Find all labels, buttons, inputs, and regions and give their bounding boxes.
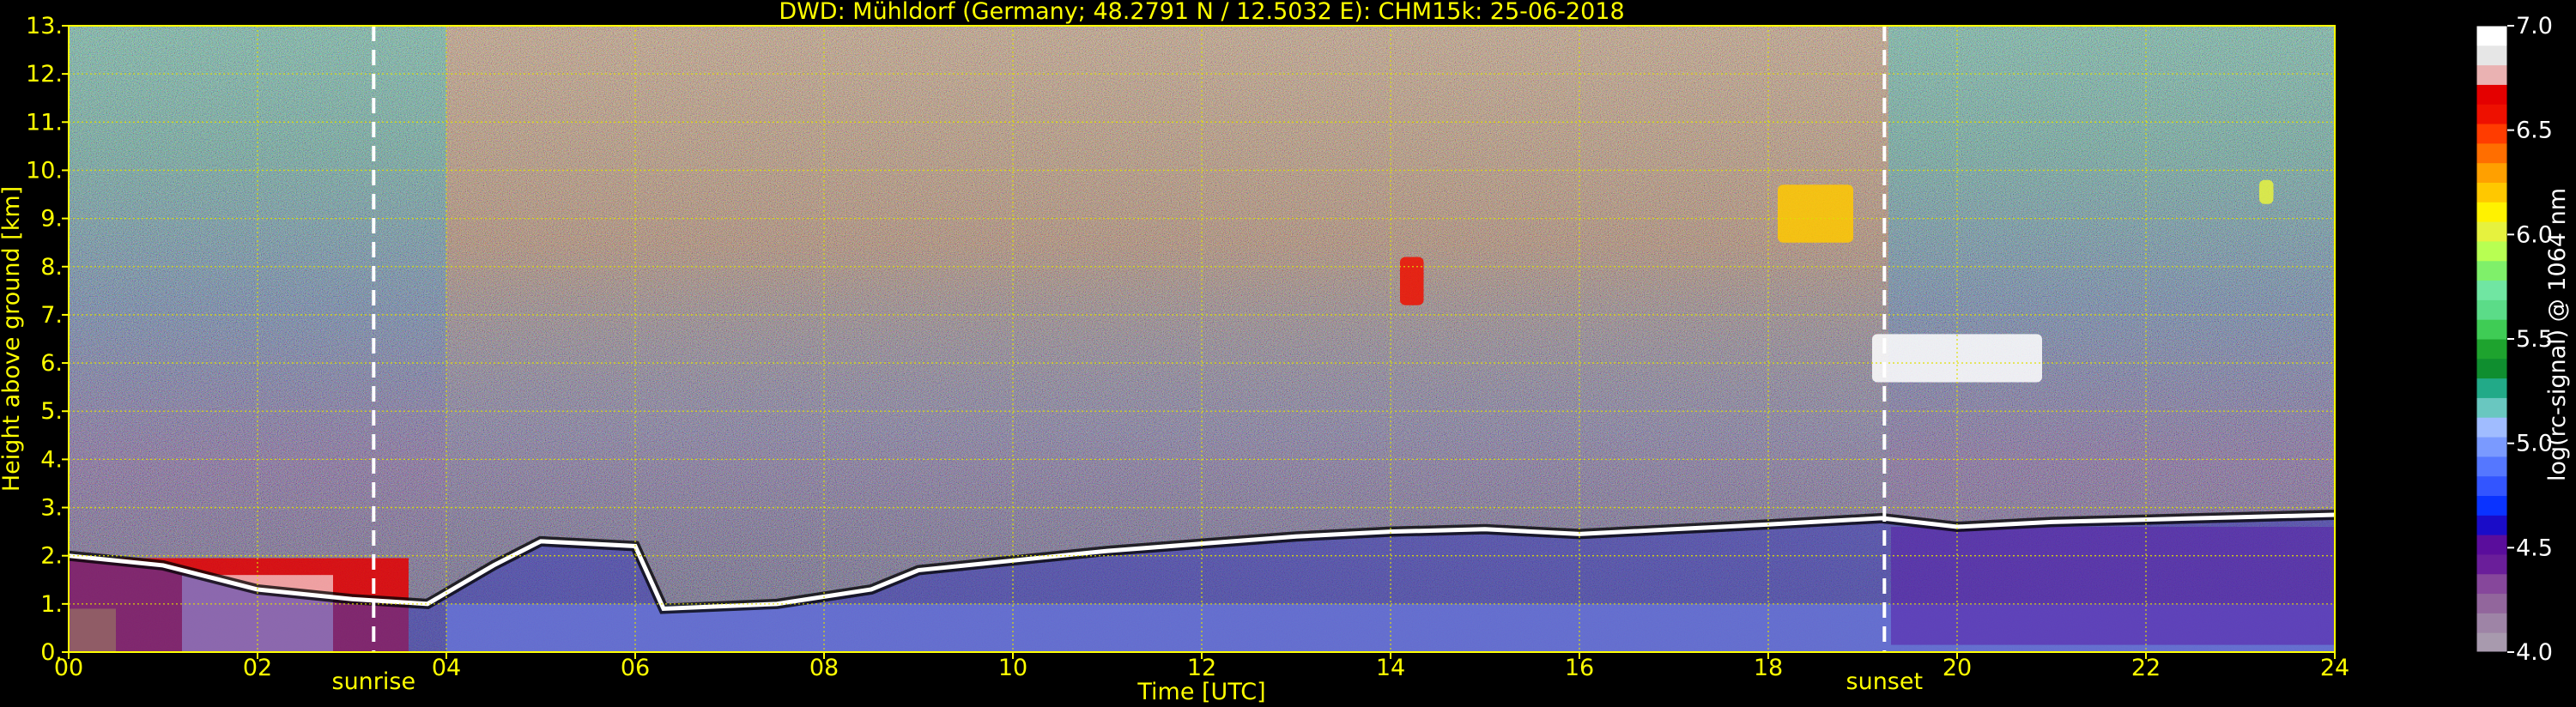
y-tick-label: 7.	[40, 302, 63, 329]
x-tick-label: 18	[1754, 655, 1783, 681]
x-tick-label: 22	[2131, 655, 2161, 681]
colorbar-tick-label: 7.0	[2516, 13, 2553, 39]
colorbar-segment	[2476, 124, 2507, 144]
colorbar-segment	[2476, 397, 2507, 418]
colorbar-segment	[2476, 299, 2507, 320]
x-tick-label: 02	[243, 655, 272, 681]
y-tick-label: 8.	[40, 254, 63, 281]
colorbar-segment	[2476, 475, 2507, 496]
x-tick-label: 12	[1187, 655, 1216, 681]
y-tick-label: 1.	[40, 591, 63, 618]
sunset-label: sunset	[1846, 668, 1924, 695]
y-tick-label: 12.	[26, 61, 63, 88]
colorbar-label: log(rc-signal) @ 1064 nm	[2544, 188, 2571, 481]
colorbar-segment	[2476, 535, 2507, 555]
colorbar-segment	[2476, 573, 2507, 595]
colorbar-segment	[2476, 593, 2507, 613]
cloud-patch-2	[1778, 184, 1853, 243]
colorbar: 4.04.55.05.56.06.57.0	[2476, 13, 2553, 666]
colorbar-segment	[2476, 202, 2507, 222]
x-tick-label: 24	[2320, 655, 2349, 681]
colorbar-segment	[2476, 64, 2507, 85]
y-tick-label: 3.	[40, 495, 63, 522]
x-tick-label: 08	[809, 655, 839, 681]
y-tick-label: 0.	[40, 639, 63, 666]
colorbar-segment	[2476, 280, 2507, 300]
lidar-chart: sunrise sunset 00 02 04 06 08 10 12 14 16 18 20 22 24…	[0, 0, 2571, 705]
y-tick-label: 2.	[40, 543, 63, 570]
y-tick-label: 4.	[40, 446, 63, 473]
colorbar-segment	[2476, 553, 2507, 575]
x-tick-label: 06	[621, 655, 650, 681]
chart-title: DWD: Mühldorf (Germany; 48.2791 N / 12.5…	[779, 0, 1624, 25]
colorbar-segment	[2476, 260, 2507, 281]
x-tick-label: 10	[998, 655, 1027, 681]
colorbar-segment	[2476, 358, 2507, 379]
y-tick-label: 5.	[40, 398, 63, 425]
y-tick-label: 6.	[40, 350, 63, 377]
x-tick-label: 20	[1943, 655, 1972, 681]
colorbar-segment	[2476, 456, 2507, 477]
x-tick-label: 16	[1565, 655, 1594, 681]
colorbar-tick-label: 4.0	[2516, 639, 2553, 666]
y-tick-label: 9.	[40, 206, 63, 233]
colorbar-tick-label: 6.5	[2516, 118, 2553, 144]
colorbar-segment	[2476, 515, 2507, 535]
colorbar-tick-label: 4.5	[2516, 535, 2553, 561]
colorbar-segment	[2476, 104, 2507, 124]
y-tick-label: 10.	[26, 157, 63, 184]
colorbar-segment	[2476, 339, 2507, 360]
colorbar-segment	[2476, 613, 2507, 633]
colorbar-segment	[2476, 632, 2507, 653]
x-tick-label: 04	[432, 655, 461, 681]
colorbar-segment	[2476, 495, 2507, 516]
title: DWD: Mühldorf (Germany; 48.2791 N / 12.5…	[779, 0, 1624, 25]
y-tick-label: 13.	[26, 13, 63, 39]
colorbar-segment	[2476, 142, 2507, 164]
y-tick-label: 11.	[26, 109, 63, 136]
x-tick-label: 14	[1376, 655, 1405, 681]
colorbar-segment	[2476, 162, 2507, 183]
colorbar-segment	[2476, 417, 2507, 438]
colorbar-segment	[2476, 319, 2507, 340]
colorbar-segment	[2476, 84, 2507, 105]
colorbar-segment	[2476, 45, 2507, 66]
cloud-patch-3	[2259, 179, 2274, 204]
colorbar-segment	[2476, 240, 2507, 262]
y-axis-label: Height above ground [km]	[0, 186, 25, 492]
sunrise-label: sunrise	[332, 668, 416, 695]
colorbar-segment	[2476, 378, 2507, 398]
cloud-patch-1	[1400, 257, 1424, 305]
colorbar-segment	[2476, 182, 2507, 202]
colorbar-segment	[2476, 26, 2507, 46]
x-axis-label: Time [UTC]	[1136, 679, 1265, 705]
plot-area: sunrise sunset	[68, 25, 2336, 695]
cloud-patch-0	[1872, 334, 2042, 383]
colorbar-segment	[2476, 221, 2507, 242]
colorbar-segment	[2476, 437, 2507, 457]
